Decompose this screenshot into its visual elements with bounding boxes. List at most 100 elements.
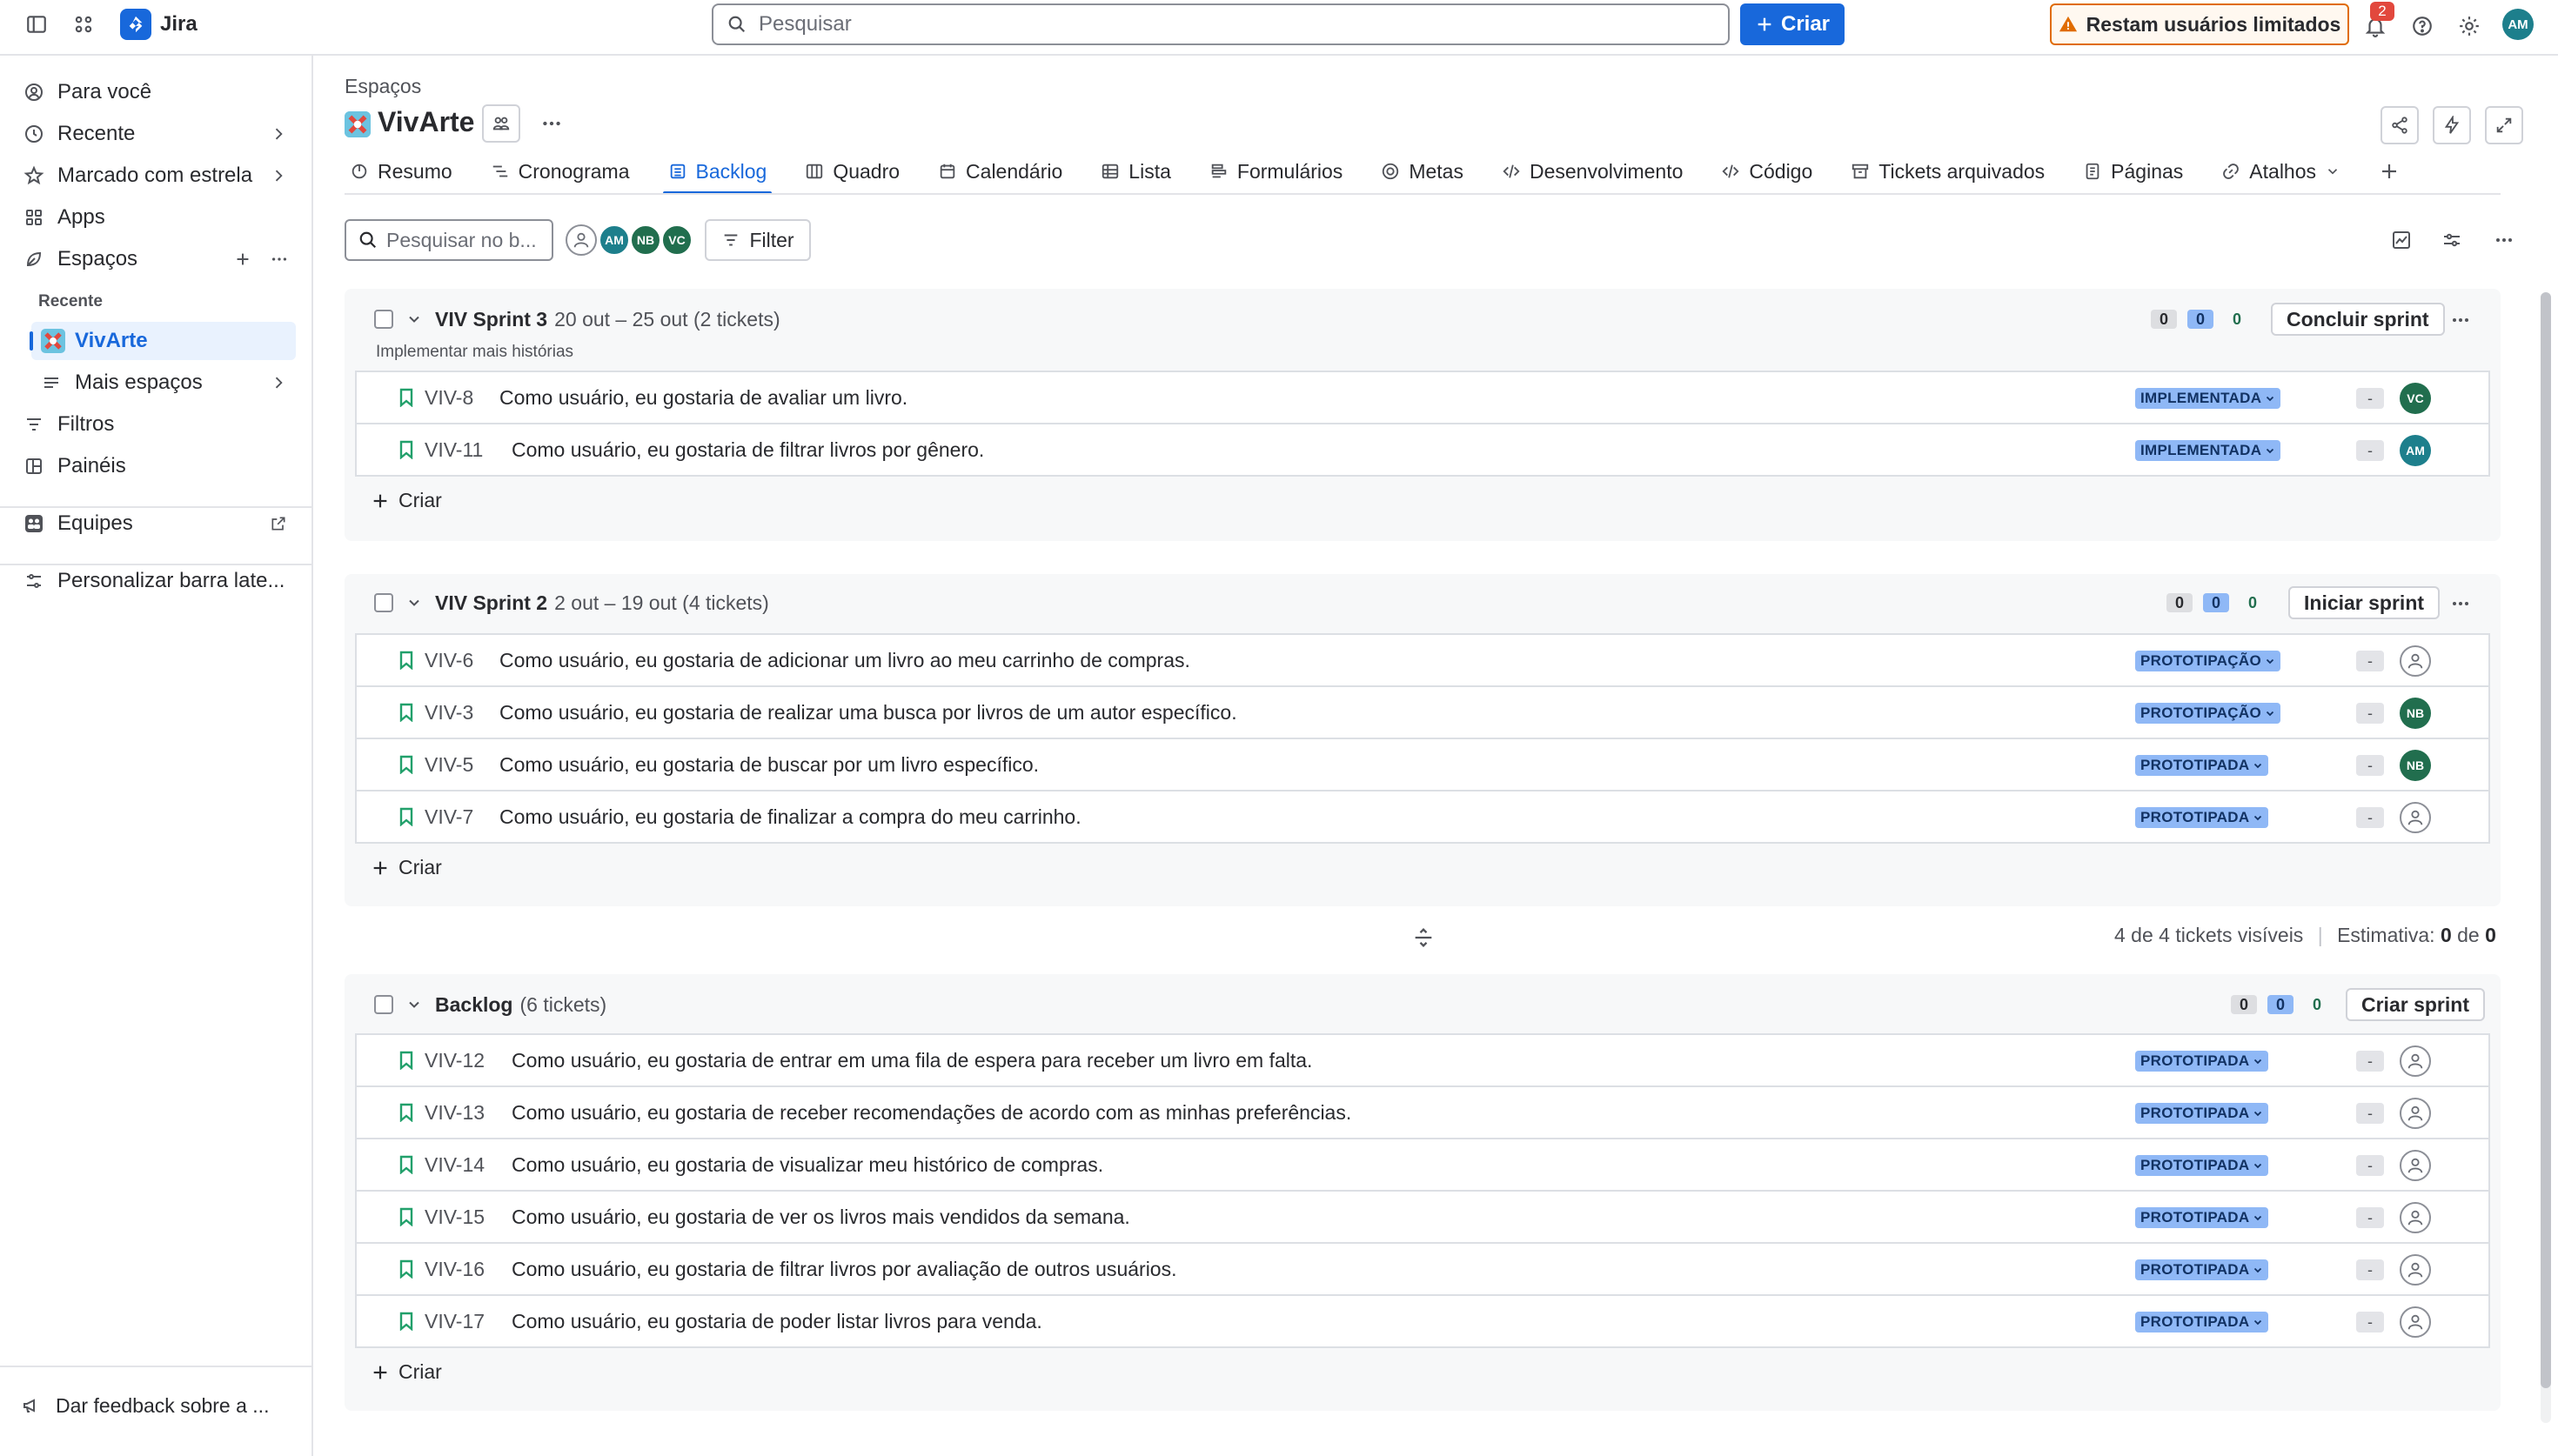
sidebar-item-dashboards[interactable]: Painéis	[21, 447, 296, 485]
more-options-icon[interactable]	[2450, 593, 2471, 614]
status-lozenge[interactable]: IMPLEMENTADA	[2135, 440, 2281, 461]
issue-key[interactable]: VIV-15	[425, 1206, 485, 1229]
tab-atalhos[interactable]: Atalhos	[2216, 151, 2346, 191]
tab-desenvolvimento[interactable]: Desenvolvimento	[1497, 151, 1688, 191]
unassigned-avatar-icon[interactable]	[2400, 1254, 2431, 1286]
status-lozenge[interactable]: IMPLEMENTADA	[2135, 388, 2281, 409]
start-sprint-button[interactable]: Iniciar sprint	[2288, 586, 2441, 619]
sidebar-item-filters[interactable]: Filtros	[21, 405, 296, 444]
issue-key[interactable]: VIV-13	[425, 1101, 485, 1125]
app-name[interactable]: Jira	[160, 12, 198, 37]
issue-summary[interactable]: Como usuário, eu gostaria de entrar em u…	[512, 1049, 1312, 1072]
issue-row[interactable]: VIV-11 Como usuário, eu gostaria de filtr…	[357, 424, 2488, 477]
create-button[interactable]: Criar	[1740, 3, 1845, 45]
select-checkbox[interactable]	[374, 593, 393, 612]
estimate-badge[interactable]: -	[2356, 1207, 2384, 1228]
sidebar-item-customize[interactable]: Personalizar barra late...	[21, 562, 296, 600]
sidebar-item-starred[interactable]: Marcado com estrela	[21, 157, 296, 195]
filter-avatar-am[interactable]: AM	[599, 224, 630, 256]
filter-avatar-vc[interactable]: VC	[661, 224, 693, 256]
tab-resumo[interactable]: Resumo	[345, 151, 458, 191]
tab-paginas[interactable]: Páginas	[2078, 151, 2188, 191]
feedback-link[interactable]: Dar feedback sobre a ...	[21, 1386, 296, 1425]
issue-key[interactable]: VIV-17	[425, 1310, 485, 1333]
estimate-badge[interactable]: -	[2356, 1155, 2384, 1176]
tab-lista[interactable]: Lista	[1095, 151, 1176, 191]
assignee-avatar[interactable]: VC	[2400, 383, 2431, 414]
sidebar-item-recent[interactable]: Recente	[21, 115, 296, 153]
more-options-icon[interactable]	[2450, 310, 2471, 331]
filter-button[interactable]: Filter	[705, 219, 811, 261]
estimate-badge[interactable]: -	[2356, 1051, 2384, 1072]
status-lozenge[interactable]: PROTOTIPADA	[2135, 1103, 2269, 1124]
issue-summary[interactable]: Como usuário, eu gostaria de ver os livr…	[512, 1206, 1130, 1229]
issue-key[interactable]: VIV-11	[425, 438, 483, 462]
select-checkbox[interactable]	[374, 995, 393, 1014]
issue-summary[interactable]: Como usuário, eu gostaria de adicionar u…	[499, 649, 1190, 672]
issue-summary[interactable]: Como usuário, eu gostaria de buscar por …	[499, 753, 1039, 777]
more-options-icon[interactable]	[534, 106, 569, 141]
app-switcher-icon[interactable]	[64, 5, 103, 43]
share-icon[interactable]	[2381, 106, 2419, 144]
create-issue-button[interactable]: Criar	[371, 1360, 442, 1384]
create-issue-button[interactable]: Criar	[371, 489, 442, 512]
more-options-icon[interactable]	[2485, 221, 2523, 259]
issue-summary[interactable]: Como usuário, eu gostaria de finalizar a…	[499, 805, 1081, 829]
tab-backlog[interactable]: Backlog	[662, 151, 773, 195]
more-options-icon[interactable]	[270, 250, 289, 269]
issue-row[interactable]: VIV-15 Como usuário, eu gostaria de ver o…	[357, 1192, 2488, 1244]
estimate-badge[interactable]: -	[2356, 807, 2384, 828]
tab-cronograma[interactable]: Cronograma	[485, 151, 635, 191]
issue-key[interactable]: VIV-6	[425, 649, 473, 672]
issue-summary[interactable]: Como usuário, eu gostaria de realizar um…	[499, 701, 1237, 725]
select-checkbox[interactable]	[374, 310, 393, 329]
sidebar-item-apps[interactable]: Apps	[21, 198, 296, 237]
unassigned-avatar-icon[interactable]	[2400, 1098, 2431, 1129]
status-lozenge[interactable]: PROTOTIPADA	[2135, 755, 2269, 776]
view-settings-icon[interactable]	[2433, 221, 2471, 259]
issue-row[interactable]: VIV-7 Como usuário, eu gostaria de finali…	[357, 791, 2488, 844]
estimate-badge[interactable]: -	[2356, 1103, 2384, 1124]
complete-sprint-button[interactable]: Concluir sprint	[2271, 303, 2445, 336]
scrollbar-thumb[interactable]	[2541, 292, 2551, 1388]
estimate-badge[interactable]: -	[2356, 755, 2384, 776]
unassigned-avatar-icon[interactable]	[2400, 1202, 2431, 1233]
estimate-badge[interactable]: -	[2356, 440, 2384, 461]
issue-key[interactable]: VIV-12	[425, 1049, 485, 1072]
backlog-search-input[interactable]: Pesquisar no b...	[345, 219, 553, 261]
issue-row[interactable]: VIV-5 Como usuário, eu gostaria de buscar…	[357, 739, 2488, 791]
issue-summary[interactable]: Como usuário, eu gostaria de visualizar …	[512, 1153, 1103, 1177]
issue-key[interactable]: VIV-3	[425, 701, 473, 725]
issue-key[interactable]: VIV-8	[425, 386, 473, 410]
issue-row[interactable]: VIV-3 Como usuário, eu gostaria de realiz…	[357, 687, 2488, 739]
issue-row[interactable]: VIV-13 Como usuário, eu gostaria de receb…	[357, 1087, 2488, 1139]
unassigned-avatar-icon[interactable]	[2400, 645, 2431, 677]
status-lozenge[interactable]: PROTOTIPAÇÃO	[2135, 703, 2280, 724]
issue-summary[interactable]: Como usuário, eu gostaria de poder lista…	[512, 1310, 1042, 1333]
chevron-down-icon[interactable]	[405, 594, 423, 611]
issue-row[interactable]: VIV-14 Como usuário, eu gostaria de visua…	[357, 1139, 2488, 1192]
status-lozenge[interactable]: PROTOTIPADA	[2135, 1051, 2269, 1072]
limited-users-button[interactable]: Restam usuários limitados	[2050, 3, 2349, 45]
issue-key[interactable]: VIV-7	[425, 805, 473, 829]
add-space-icon[interactable]	[233, 250, 252, 269]
issue-summary[interactable]: Como usuário, eu gostaria de filtrar liv…	[512, 438, 984, 462]
issue-key[interactable]: VIV-14	[425, 1153, 485, 1177]
create-sprint-button[interactable]: Criar sprint	[2346, 988, 2485, 1021]
tab-codigo[interactable]: Código	[1716, 151, 1818, 191]
team-people-icon[interactable]	[482, 104, 520, 143]
breadcrumb[interactable]: Espaços	[345, 75, 421, 98]
estimate-badge[interactable]: -	[2356, 388, 2384, 409]
assignee-avatar[interactable]: AM	[2400, 435, 2431, 466]
unassigned-avatar-icon[interactable]	[2400, 1045, 2431, 1077]
add-tab-button[interactable]	[2374, 151, 2405, 191]
tab-tickets-arquivados[interactable]: Tickets arquivados	[1845, 151, 2050, 191]
issue-row[interactable]: VIV-6 Como usuário, eu gostaria de adicio…	[357, 635, 2488, 687]
sidebar-item-for-you[interactable]: Para você	[21, 73, 296, 111]
jira-logo-icon[interactable]	[120, 9, 151, 40]
status-lozenge[interactable]: PROTOTIPADA	[2135, 1259, 2269, 1280]
unassigned-avatar-icon[interactable]	[2400, 1150, 2431, 1181]
chevron-down-icon[interactable]	[405, 996, 423, 1013]
insights-chart-icon[interactable]	[2382, 221, 2421, 259]
fullscreen-icon[interactable]	[2485, 106, 2523, 144]
